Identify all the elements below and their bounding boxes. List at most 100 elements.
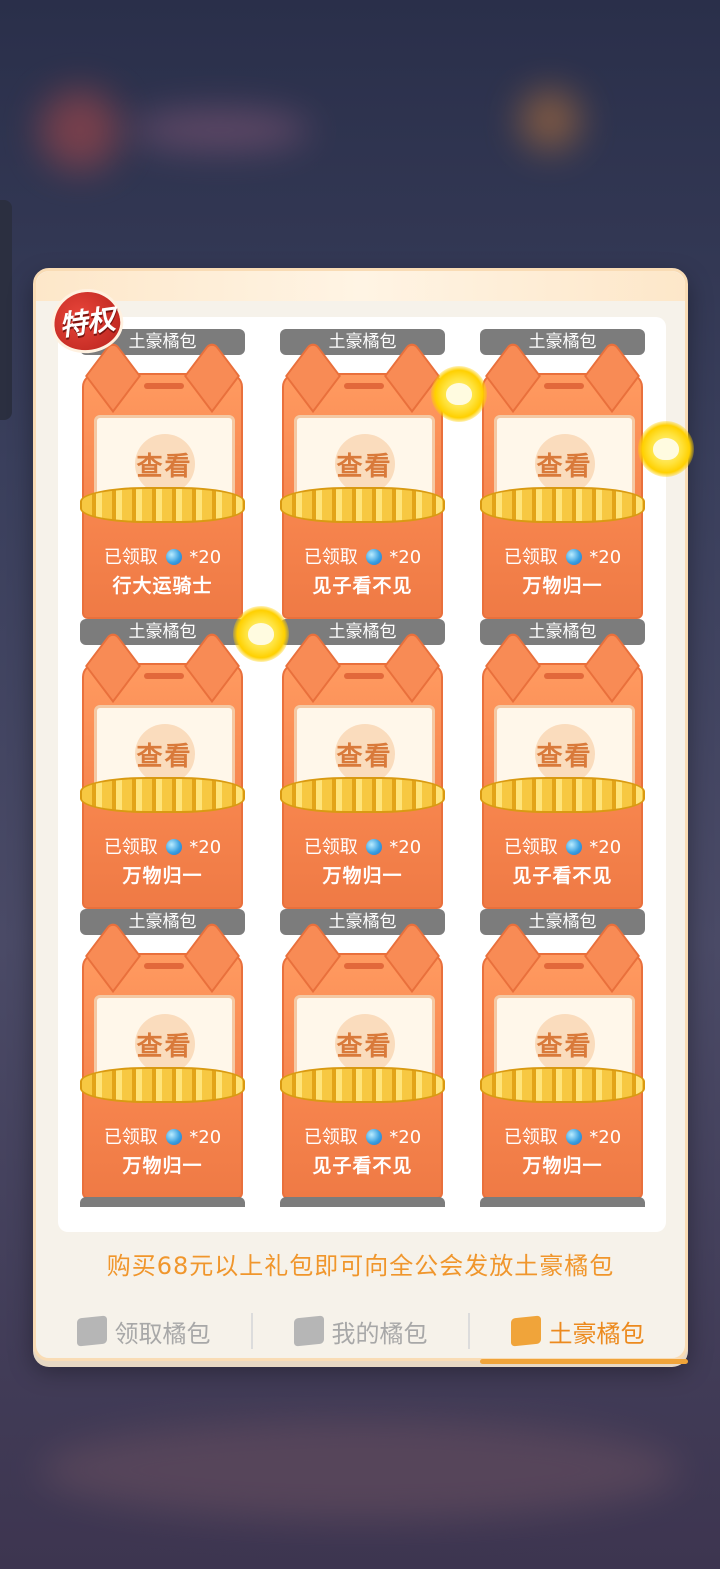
- my-bag-icon: [293, 1315, 324, 1347]
- sender-name: 见子看不见: [512, 865, 613, 887]
- claimed-label: 已领取: [503, 547, 558, 568]
- tab-receive-bag[interactable]: 领取橘包: [36, 1301, 251, 1361]
- cat-envelope: 查看 已领取 *20 见子看不见: [280, 338, 445, 619]
- bag-grid[interactable]: 土豪橘包 查看 已领取 *20 行大运骑士 土豪橘包 查看 已领取 *20 见子…: [58, 317, 666, 1232]
- view-button-text: 查看: [136, 741, 193, 772]
- rich-orange-bag-panel: 特权 土豪橘包 查看 已领取 *20 行大运骑士 土豪橘包 查看 已领取 *20…: [33, 268, 694, 1364]
- claimed-label: 已领取: [103, 547, 158, 568]
- panel-top-decoration: [36, 271, 685, 301]
- cat-envelope: 查看 已领取 *20 见子看不见: [280, 918, 445, 1199]
- claimed-status: 已领取 *20: [484, 833, 641, 859]
- cat-stripe: [544, 383, 584, 389]
- globe-currency-icon: [565, 839, 582, 855]
- red-envelope-card[interactable]: 土豪橘包 查看 已领取 *20 见子看不见: [280, 329, 445, 619]
- side-handle[interactable]: [0, 200, 12, 420]
- view-button-text: 查看: [136, 451, 193, 482]
- globe-currency-icon: [565, 1129, 582, 1145]
- tab-my-bag[interactable]: 我的橘包: [253, 1301, 468, 1361]
- cat-envelope: 查看 已领取 *20 万物归一: [480, 918, 645, 1199]
- gold-chain-decoration: [480, 777, 645, 813]
- view-button-text: 查看: [536, 741, 593, 772]
- red-envelope-card[interactable]: 土豪橘包 查看 已领取 *20 万物归一: [480, 329, 645, 619]
- gold-chain-decoration: [480, 1067, 645, 1103]
- claimed-status: 已领取 *20: [84, 543, 241, 569]
- cat-envelope: 查看 已领取 *20 万物归一: [80, 628, 245, 909]
- claimed-amount: *20: [589, 1127, 622, 1148]
- claimed-status: 已领取 *20: [284, 833, 441, 859]
- cat-envelope: 查看 已领取 *20 行大运骑士: [80, 338, 245, 619]
- gold-chain-decoration: [80, 777, 245, 813]
- golden-paw-sparkle-icon: [638, 421, 694, 477]
- tab-rich-bag[interactable]: 土豪橘包: [470, 1301, 688, 1364]
- cat-stripe: [144, 963, 184, 969]
- claimed-label: 已领取: [503, 837, 558, 858]
- cat-envelope: 查看 已领取 *20 万物归一: [480, 338, 645, 619]
- gold-chain-decoration: [280, 777, 445, 813]
- rich-bag-icon: [510, 1315, 541, 1347]
- claimed-amount: *20: [389, 547, 422, 568]
- tab-label: 土豪橘包: [548, 1319, 645, 1348]
- view-button-text: 查看: [336, 451, 393, 482]
- claimed-amount: *20: [389, 837, 422, 858]
- claimed-status: 已领取 *20: [484, 543, 641, 569]
- gold-chain-decoration: [280, 1067, 445, 1103]
- claimed-status: 已领取 *20: [484, 1123, 641, 1149]
- cat-stripe: [344, 963, 384, 969]
- active-tab-indicator: [480, 1359, 688, 1364]
- partial-card-title: [280, 1197, 445, 1207]
- gold-chain-decoration: [80, 487, 245, 523]
- globe-currency-icon: [565, 549, 582, 565]
- claimed-label: 已领取: [303, 1127, 358, 1148]
- sender-name: 万物归一: [122, 865, 203, 887]
- view-button-text: 查看: [536, 451, 593, 482]
- gold-chain-decoration: [280, 487, 445, 523]
- sender-name: 见子看不见: [312, 575, 413, 597]
- claimed-status: 已领取 *20: [284, 543, 441, 569]
- red-envelope-card[interactable]: 土豪橘包 查看 已领取 *20 见子看不见: [480, 619, 645, 909]
- red-envelope-card[interactable]: 土豪橘包 查看 已领取 *20 见子看不见: [280, 909, 445, 1199]
- background-blur-text: [130, 110, 310, 150]
- cat-stripe: [144, 383, 184, 389]
- claimed-amount: *20: [189, 837, 222, 858]
- sender-name: 万物归一: [322, 865, 403, 887]
- view-button-text: 查看: [336, 1031, 393, 1062]
- sender-name: 行大运骑士: [112, 575, 213, 597]
- red-envelope-card[interactable]: 土豪橘包 查看 已领取 *20 万物归一: [280, 619, 445, 909]
- claimed-status: 已领取 *20: [84, 1123, 241, 1149]
- claimed-amount: *20: [189, 547, 222, 568]
- background-blur-avatar: [40, 90, 120, 170]
- gold-chain-decoration: [480, 487, 645, 523]
- sender-name: 万物归一: [522, 1155, 603, 1177]
- claimed-label: 已领取: [303, 547, 358, 568]
- red-envelope-card[interactable]: 土豪橘包 查看 已领取 *20 万物归一: [480, 909, 645, 1199]
- tab-label: 我的橘包: [331, 1319, 428, 1348]
- red-envelope-card[interactable]: 土豪橘包 查看 已领取 *20 万物归一: [80, 909, 245, 1199]
- sender-name: 见子看不见: [312, 1155, 413, 1177]
- claimed-amount: *20: [589, 547, 622, 568]
- background-blur-bottom: [40, 1420, 680, 1520]
- globe-currency-icon: [365, 549, 382, 565]
- claimed-status: 已领取 *20: [84, 833, 241, 859]
- red-envelope-card[interactable]: 土豪橘包 查看 已领取 *20 行大运骑士: [80, 329, 245, 619]
- cat-envelope: 查看 已领取 *20 见子看不见: [480, 628, 645, 909]
- promo-text: 购买68元以上礼包即可向全公会发放土豪橘包: [106, 1252, 615, 1280]
- claimed-label: 已领取: [303, 837, 358, 858]
- partial-card-title: [480, 1197, 645, 1207]
- globe-currency-icon: [165, 1129, 182, 1145]
- claimed-label: 已领取: [103, 837, 158, 858]
- cat-stripe: [544, 963, 584, 969]
- cat-stripe: [144, 673, 184, 679]
- claimed-amount: *20: [189, 1127, 222, 1148]
- bottom-tabs: 领取橘包 我的橘包 土豪橘包: [36, 1301, 688, 1364]
- claimed-status: 已领取 *20: [284, 1123, 441, 1149]
- globe-currency-icon: [365, 839, 382, 855]
- cat-stripe: [544, 673, 584, 679]
- cat-stripe: [344, 383, 384, 389]
- golden-paw-sparkle-icon: [431, 366, 487, 422]
- claimed-amount: *20: [389, 1127, 422, 1148]
- red-envelope-card[interactable]: 土豪橘包 查看 已领取 *20 万物归一: [80, 619, 245, 909]
- globe-currency-icon: [165, 549, 182, 565]
- sender-name: 万物归一: [122, 1155, 203, 1177]
- tab-label: 领取橘包: [114, 1319, 211, 1348]
- view-button-text: 查看: [136, 1031, 193, 1062]
